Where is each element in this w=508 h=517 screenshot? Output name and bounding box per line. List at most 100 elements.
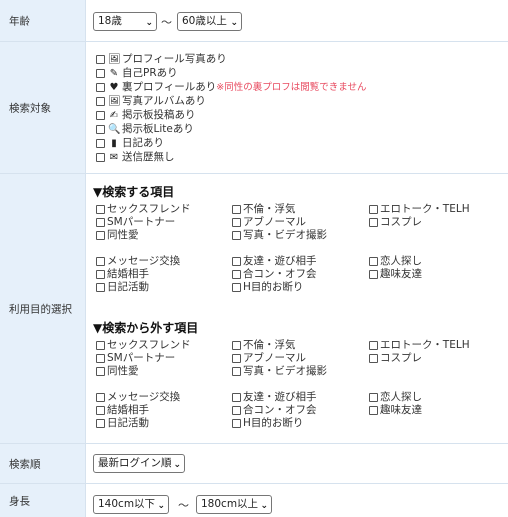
exclude-purpose-option[interactable]: エロトーク・TELH	[369, 339, 470, 352]
include-purpose-option[interactable]: 不倫・浮気	[232, 203, 296, 216]
include-purpose-option[interactable]: SMパートナー	[96, 216, 175, 229]
target-option[interactable]: ✍ 掲示板投稿あり	[96, 109, 196, 122]
checkbox[interactable]	[96, 257, 105, 266]
checkbox[interactable]	[96, 97, 105, 106]
target-option-label: 日記あり	[122, 137, 164, 149]
target-option[interactable]: ▮ 日記あり	[96, 137, 164, 150]
checkbox[interactable]	[232, 205, 241, 214]
checkbox[interactable]	[96, 153, 105, 162]
edit-icon: ✍	[109, 110, 119, 121]
height-to-select[interactable]: 180cm以上 ⌄	[196, 495, 272, 514]
checkbox[interactable]	[369, 406, 378, 415]
checkbox[interactable]	[96, 111, 105, 120]
include-purpose-option[interactable]: 恋人探し	[369, 255, 422, 268]
exclude-purpose-option[interactable]: SMパートナー	[96, 352, 175, 365]
target-row: 検索対象 🖼プロフィール写真あり ✎ 自己PRあり ♥ 裏プロフィールあり※同性の裏…	[0, 42, 508, 174]
checkbox[interactable]	[96, 83, 105, 92]
checkbox[interactable]	[369, 354, 378, 363]
exclude-purpose-option[interactable]: 同性愛	[96, 365, 139, 378]
age-from-select[interactable]: 18歳 ⌄	[93, 12, 157, 31]
include-purpose-option[interactable]: 合コン・オフ会	[232, 268, 317, 281]
checkbox[interactable]	[369, 393, 378, 402]
checkbox[interactable]	[232, 341, 241, 350]
checkbox[interactable]	[96, 231, 105, 240]
checkbox[interactable]	[232, 406, 241, 415]
envelope-icon: ✉	[109, 152, 119, 163]
exclude-purpose-option[interactable]: 恋人探し	[369, 391, 422, 404]
exclude-purpose-option[interactable]: 写真・ビデオ撮影	[232, 365, 327, 378]
target-option[interactable]: 🔍 掲示板Liteあり	[96, 123, 194, 136]
purpose-option-label: コスプレ	[380, 216, 422, 228]
checkbox[interactable]	[96, 69, 105, 78]
checkbox[interactable]	[96, 406, 105, 415]
exclude-purpose-option[interactable]: 日記活動	[96, 417, 149, 430]
target-option-label: 送信歴無し	[122, 151, 175, 163]
height-from-select[interactable]: 140cm以下 ⌄	[93, 495, 169, 514]
order-label: 検索順	[9, 458, 41, 470]
checkbox[interactable]	[232, 257, 241, 266]
checkbox[interactable]	[96, 354, 105, 363]
exclude-purpose-option[interactable]: 不倫・浮気	[232, 339, 296, 352]
include-purpose-option[interactable]: H目的お断り	[232, 281, 303, 294]
exclude-purpose-option[interactable]: メッセージ交換	[96, 391, 180, 404]
include-purpose-option[interactable]: エロトーク・TELH	[369, 203, 470, 216]
include-purpose-option[interactable]: セックスフレンド	[96, 203, 191, 216]
include-purpose-option[interactable]: アブノーマル	[232, 216, 306, 229]
include-purpose-option[interactable]: 趣味友達	[369, 268, 422, 281]
include-purpose-option[interactable]: メッセージ交換	[96, 255, 180, 268]
purpose-option-label: 合コン・オフ会	[243, 404, 317, 416]
exclude-purpose-option[interactable]: アブノーマル	[232, 352, 306, 365]
age-to-select[interactable]: 60歳以上 ⌄	[177, 12, 242, 31]
checkbox[interactable]	[96, 393, 105, 402]
checkbox[interactable]	[232, 367, 241, 376]
target-option-label: 裏プロフィールあり	[122, 81, 217, 93]
target-option[interactable]: ♥ 裏プロフィールあり※同性の裏プロフは閲覧できません	[96, 81, 366, 94]
exclude-purpose-option[interactable]: 趣味友達	[369, 404, 422, 417]
target-option[interactable]: ✉ 送信歴無し	[96, 151, 175, 164]
exclude-purpose-option[interactable]: 結婚相手	[96, 404, 149, 417]
exclude-purpose-option[interactable]: コスプレ	[369, 352, 422, 365]
checkbox[interactable]	[232, 393, 241, 402]
checkbox[interactable]	[369, 270, 378, 279]
order-select[interactable]: 最新ログイン順 ⌄	[93, 454, 185, 473]
height-label-cell: 身長	[0, 484, 86, 517]
checkbox[interactable]	[96, 205, 105, 214]
exclude-purpose-option[interactable]: H目的お断り	[232, 417, 303, 430]
checkbox[interactable]	[96, 283, 105, 292]
target-option[interactable]: 🖼プロフィール写真あり	[96, 53, 227, 66]
checkbox[interactable]	[232, 419, 241, 428]
checkbox[interactable]	[369, 257, 378, 266]
checkbox[interactable]	[232, 354, 241, 363]
include-purpose-option[interactable]: 友達・遊び相手	[232, 255, 317, 268]
target-option[interactable]: 🖼写真アルバムあり	[96, 95, 206, 108]
exclude-purpose-option[interactable]: セックスフレンド	[96, 339, 191, 352]
checkbox[interactable]	[369, 341, 378, 350]
checkbox[interactable]	[232, 283, 241, 292]
checkbox[interactable]	[96, 139, 105, 148]
checkbox[interactable]	[96, 367, 105, 376]
checkbox[interactable]	[96, 218, 105, 227]
age-value-cell: 18歳 ⌄ ～ 60歳以上 ⌄	[87, 0, 508, 41]
checkbox[interactable]	[232, 270, 241, 279]
include-purpose-option[interactable]: 写真・ビデオ撮影	[232, 229, 327, 242]
include-purpose-option[interactable]: 同性愛	[96, 229, 139, 242]
checkbox[interactable]	[232, 231, 241, 240]
include-purpose-option[interactable]: 結婚相手	[96, 268, 149, 281]
exclude-purpose-option[interactable]: 友達・遊び相手	[232, 391, 317, 404]
checkbox[interactable]	[96, 341, 105, 350]
checkbox[interactable]	[96, 270, 105, 279]
checkbox[interactable]	[369, 205, 378, 214]
exclude-purpose-option[interactable]: 合コン・オフ会	[232, 404, 317, 417]
checkbox[interactable]	[96, 125, 105, 134]
checkbox[interactable]	[232, 218, 241, 227]
include-purpose-option[interactable]: 日記活動	[96, 281, 149, 294]
checkbox[interactable]	[96, 55, 105, 64]
checkbox[interactable]	[369, 218, 378, 227]
order-row: 検索順 最新ログイン順 ⌄	[0, 444, 508, 484]
checkbox[interactable]	[96, 419, 105, 428]
target-option[interactable]: ✎ 自己PRあり	[96, 67, 178, 80]
purpose-option-label: 友達・遊び相手	[243, 391, 317, 403]
target-option-label: 自己PRあり	[122, 67, 178, 79]
include-purpose-option[interactable]: コスプレ	[369, 216, 422, 229]
purpose-option-label: セックスフレンド	[107, 339, 191, 351]
